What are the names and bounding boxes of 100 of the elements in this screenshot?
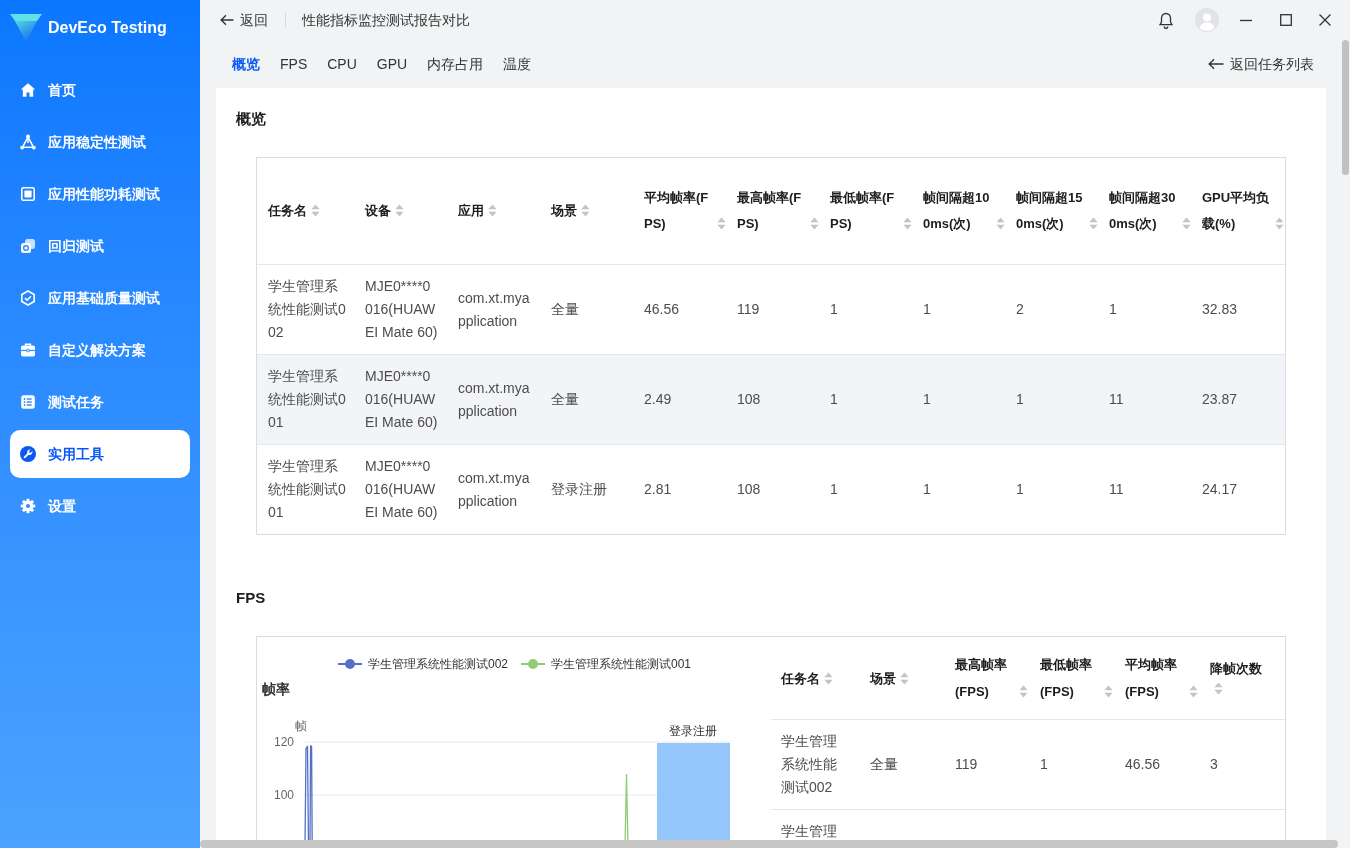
column-header: 场景 (551, 202, 577, 220)
table-cell-text: 2.49 (644, 390, 672, 409)
sort-icon[interactable] (717, 217, 726, 230)
page-title: 性能指标监控测试报告对比 (302, 11, 470, 30)
table-cell-text: 108 (737, 480, 761, 499)
hexagon-check-icon (20, 290, 36, 306)
sidebar-item[interactable]: 测试任务 (10, 378, 190, 426)
close-icon[interactable] (1319, 14, 1331, 26)
app-name: DevEco Testing (48, 18, 167, 38)
home-icon (20, 82, 36, 98)
chart-title: 帧率 (262, 681, 290, 697)
sidebar-item[interactable]: 实用工具 (10, 430, 190, 478)
table-cell-text: MJE0****0016(HUAWEI Mate 60) (365, 367, 438, 432)
table-cell-text: 1 (830, 480, 838, 499)
sort-icon[interactable] (1019, 685, 1028, 698)
sidebar-item[interactable]: 应用基础质量测试 (10, 274, 190, 322)
column-header: 任务名 (268, 202, 307, 220)
table-cell-text: 学生管理系统性能测试002 (268, 277, 347, 342)
sort-icon[interactable] (810, 217, 819, 230)
sidebar-item[interactable]: 自定义解决方案 (10, 326, 190, 374)
axis-tick-label: 100 (273, 788, 294, 802)
axis-name: 帧 (295, 719, 307, 733)
column-header: 平均帧率(FPS) (1125, 656, 1178, 701)
logo-icon (10, 14, 42, 42)
table-cell-text: 1 (1040, 755, 1048, 774)
maximize-icon[interactable] (1280, 14, 1292, 26)
section-title: 概览 (236, 109, 266, 129)
legend-marker-icon[interactable] (337, 659, 363, 669)
table-cell-text: 2 (1016, 300, 1024, 319)
tab[interactable]: 温度 (503, 54, 532, 74)
column-header: 最低帧率(FPS) (1040, 656, 1093, 701)
column-header: 最高帧率(FPS) (955, 656, 1008, 701)
sort-icon[interactable] (824, 671, 833, 685)
scene-label: 登录注册 (669, 724, 717, 738)
sort-icon[interactable] (1214, 681, 1223, 695)
vertical-scrollbar[interactable] (1342, 40, 1349, 175)
sidebar-item[interactable]: 回归测试 (10, 222, 190, 270)
sort-icon[interactable] (1104, 685, 1113, 698)
table-cell-text: 全量 (870, 755, 898, 774)
axis-tick-label: 120 (273, 735, 294, 749)
tab[interactable]: CPU (327, 54, 357, 74)
tab[interactable]: 概览 (232, 54, 260, 74)
arrow-left-icon (220, 14, 234, 26)
column-header: 设备 (365, 202, 391, 220)
table-cell-text: MJE0****0016(HUAWEI Mate 60) (365, 277, 438, 342)
table-cell-text: 1 (1016, 390, 1024, 409)
back-button[interactable]: 返回 (220, 10, 268, 30)
tab[interactable]: FPS (280, 54, 308, 74)
table-cell-text: 全量 (551, 300, 579, 319)
column-header: 应用 (458, 202, 484, 220)
sort-icon[interactable] (1275, 217, 1284, 230)
sort-icon[interactable] (311, 204, 320, 217)
column-header: GPU平均负载(%) (1202, 189, 1271, 233)
sort-icon[interactable] (900, 671, 909, 685)
sidebar-item[interactable]: 应用性能功耗测试 (10, 170, 190, 218)
table-cell-text: 学生管理系统性能测试001 (268, 367, 347, 432)
legend-label[interactable]: 学生管理系统性能测试002 (368, 657, 509, 671)
back-to-list-button[interactable]: 返回任务列表 (1208, 54, 1314, 74)
table-cell-text: 11 (1109, 480, 1124, 499)
sidebar-item[interactable]: 首页 (10, 66, 190, 114)
table-cell-text: 全量 (551, 390, 579, 409)
avatar-icon[interactable] (1195, 8, 1219, 32)
sort-icon[interactable] (488, 204, 497, 217)
legend-marker-icon[interactable] (520, 659, 546, 669)
sort-icon[interactable] (1189, 685, 1198, 698)
table-cell-text: com.xt.myapplication (458, 468, 531, 511)
sort-icon[interactable] (581, 204, 590, 217)
sidebar-item[interactable]: 应用稳定性测试 (10, 118, 190, 166)
table-cell-text: 2.81 (644, 480, 672, 499)
horizontal-scrollbar[interactable] (200, 840, 1338, 848)
column-header: 最高帧率(FPS) (737, 189, 803, 233)
column-header: 场景 (870, 669, 896, 688)
tab[interactable]: 内存占用 (427, 54, 484, 74)
overlapping-squares-icon (20, 238, 36, 254)
column-header: 任务名 (781, 669, 820, 688)
sort-icon[interactable] (395, 204, 404, 217)
list-icon (20, 394, 36, 410)
legend-label[interactable]: 学生管理系统性能测试001 (551, 657, 692, 671)
triangle-nodes-icon (20, 134, 36, 150)
column-header: 平均帧率(FPS) (644, 189, 710, 233)
sort-icon[interactable] (903, 217, 912, 230)
sort-icon[interactable] (1182, 217, 1191, 230)
table-cell-text: 1 (1016, 480, 1024, 499)
table-cell-text: 学生管理 (781, 822, 837, 841)
table-cell-text: 1 (923, 390, 931, 409)
table-cell-text: 1 (830, 300, 838, 319)
table-cell-text: 23.87 (1202, 390, 1238, 409)
table-cell-text: 1 (1109, 300, 1117, 319)
table-cell-text: 46.56 (644, 300, 680, 319)
column-header: 降帧次数 (1210, 659, 1262, 678)
tab[interactable]: GPU (376, 54, 408, 74)
table-cell-text: 108 (737, 390, 761, 409)
settings-icon (20, 498, 36, 514)
table-cell-text: 3 (1210, 755, 1218, 774)
table-cell-text: 学生管理系统性能测试001 (268, 457, 347, 522)
table-cell-text: 登录注册 (551, 480, 607, 499)
sort-icon[interactable] (996, 217, 1005, 230)
sort-icon[interactable] (1089, 217, 1098, 230)
sidebar-item[interactable]: 设置 (10, 482, 190, 530)
bell-icon[interactable] (1158, 11, 1174, 29)
